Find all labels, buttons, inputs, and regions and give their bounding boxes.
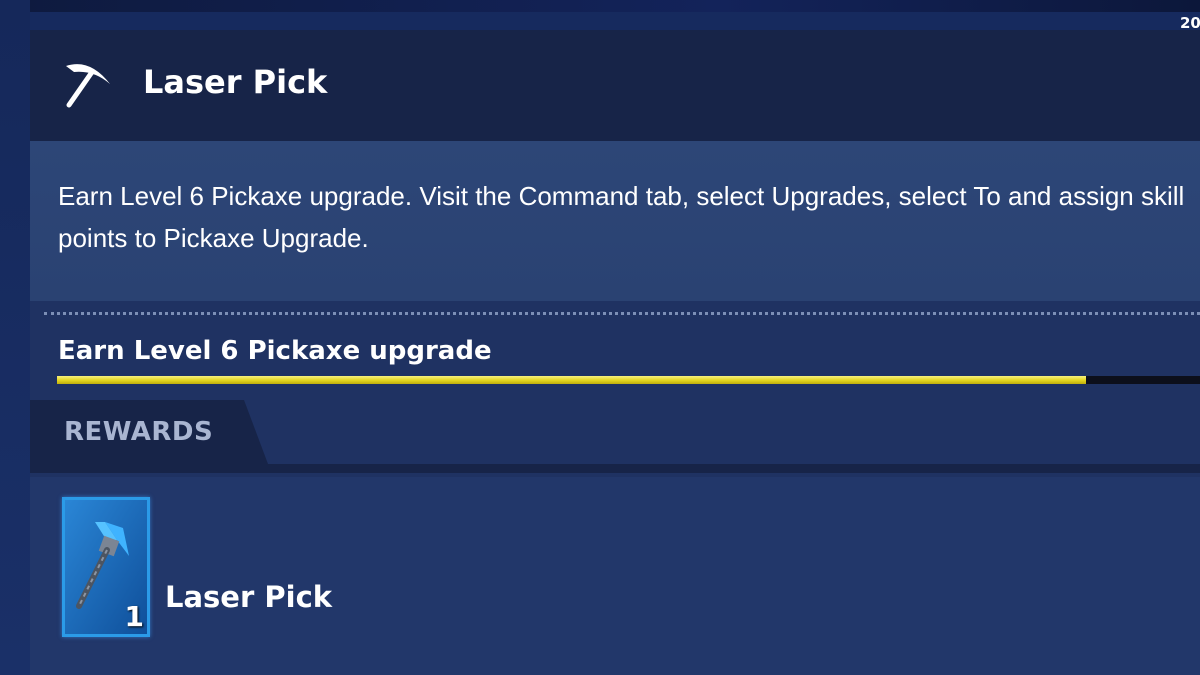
quest-header: Laser Pick	[30, 30, 1200, 141]
dotted-divider	[44, 312, 1200, 315]
rewards-label: REWARDS	[64, 417, 214, 447]
description-area: Earn Level 6 Pickaxe upgrade. Visit the …	[30, 141, 1200, 315]
reward-item[interactable]: 1 Laser Pick	[30, 477, 1200, 675]
top-strip	[0, 12, 1200, 30]
rewards-header: REWARDS	[30, 400, 1200, 477]
objective-title: Earn Level 6 Pickaxe upgrade	[58, 336, 492, 366]
reward-name: Laser Pick	[165, 580, 333, 614]
pickaxe-icon	[60, 58, 114, 112]
left-edge	[0, 0, 30, 675]
reward-quantity: 1	[124, 600, 144, 633]
quest-details-panel: Laser Pick Earn Level 6 Pickaxe upgrade.…	[30, 30, 1200, 675]
reward-card[interactable]: 1	[62, 497, 150, 637]
quest-title: Laser Pick	[143, 63, 328, 101]
objective-progress-fill	[57, 376, 1086, 384]
quest-description: Earn Level 6 Pickaxe upgrade. Visit the …	[58, 181, 1185, 253]
objective-progress-bar	[57, 376, 1200, 384]
rewards-underline	[30, 464, 1200, 473]
